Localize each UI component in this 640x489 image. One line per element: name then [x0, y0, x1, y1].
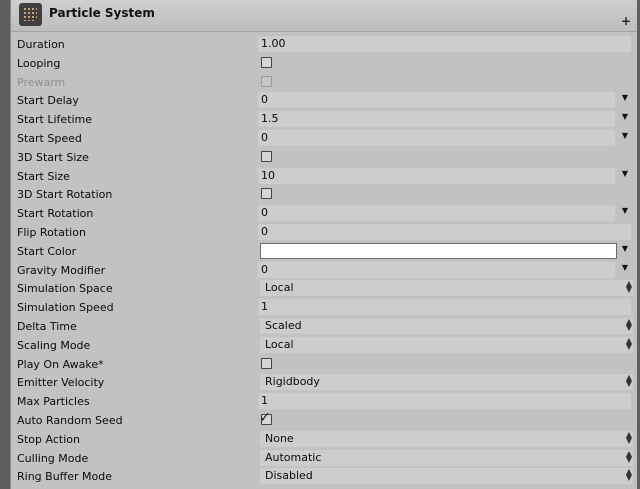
- property-row: Stop Action None ▲ ▼: [11, 430, 637, 449]
- enum-dropdown[interactable]: Automatic: [260, 449, 633, 466]
- property-label: Start Lifetime: [17, 113, 93, 127]
- curve-value-field[interactable]: 0: [258, 129, 615, 146]
- property-label: Start Rotation: [17, 207, 94, 221]
- property-label: Stop Action: [17, 432, 80, 446]
- property-label: Emitter Velocity: [17, 376, 105, 390]
- property-label: Simulation Space: [17, 282, 113, 296]
- property-row: Culling Mode Automatic ▲ ▼: [11, 449, 637, 468]
- property-row: Delta Time Scaled ▲ ▼: [11, 317, 637, 336]
- property-label: Duration: [17, 38, 65, 51]
- dropdown-value: Automatic: [265, 450, 322, 464]
- property-row: Gravity Modifier 0 ▼: [11, 261, 637, 280]
- property-list: Duration 1.00 Looping Prewarm Start Delay 0 ▼ S…: [11, 35, 637, 486]
- updown-arrows-icon: ▲ ▼: [625, 279, 632, 295]
- dropdown-value: Rigidbody: [265, 375, 320, 389]
- checkbox[interactable]: [261, 150, 272, 162]
- curve-value-field[interactable]: 0: [258, 92, 615, 109]
- property-label: Looping: [17, 56, 61, 70]
- checkbox[interactable]: [261, 56, 272, 68]
- dropdown-value: Local: [265, 281, 294, 295]
- property-label: Flip Rotation: [17, 225, 86, 239]
- property-label: Delta Time: [17, 319, 77, 333]
- dropdown-value: Disabled: [265, 469, 313, 483]
- property-row: Flip Rotation 0: [11, 223, 637, 242]
- property-row: Start Delay 0 ▼: [11, 91, 637, 110]
- number-field[interactable]: 1: [258, 299, 631, 316]
- dropdown-value: Local: [265, 337, 294, 351]
- number-field[interactable]: 0: [258, 223, 631, 240]
- curve-mode-dropdown-icon[interactable]: ▼: [622, 263, 628, 272]
- updown-arrows-icon: ▲ ▼: [625, 429, 632, 445]
- number-field[interactable]: 1: [258, 393, 631, 410]
- checkbox[interactable]: [261, 357, 272, 369]
- property-row: Start Rotation 0 ▼: [11, 204, 637, 223]
- property-row: Play On Awake*: [11, 355, 637, 374]
- updown-arrows-icon: ▲ ▼: [625, 373, 632, 389]
- enum-dropdown[interactable]: Scaled: [260, 317, 633, 334]
- curve-mode-dropdown-icon[interactable]: ▼: [622, 206, 628, 215]
- updown-arrows-icon: ▲ ▼: [625, 316, 632, 332]
- property-row: Max Particles 1: [11, 392, 637, 411]
- dropdown-value: Scaled: [265, 318, 302, 332]
- property-label: Scaling Mode: [17, 338, 91, 352]
- property-row: Start Speed 0 ▼: [11, 129, 637, 148]
- inspector-panel: Particle System + Duration 1.00 Looping Pre…: [10, 0, 637, 489]
- property-label: 3D Start Size: [17, 150, 89, 164]
- curve-value-field[interactable]: 0: [258, 205, 615, 222]
- checkmark-icon: ✓: [259, 409, 271, 426]
- color-swatch[interactable]: [260, 242, 617, 259]
- property-label: Culling Mode: [17, 451, 89, 465]
- property-row: Looping: [11, 54, 637, 73]
- curve-value-field[interactable]: 1.5: [258, 111, 615, 128]
- property-row: 3D Start Size: [11, 148, 637, 167]
- property-label: 3D Start Rotation: [17, 188, 113, 202]
- property-row: Scaling Mode Local ▲ ▼: [11, 336, 637, 355]
- checkbox: [261, 75, 272, 87]
- add-plus-icon[interactable]: +: [621, 14, 631, 28]
- property-row: Simulation Space Local ▲ ▼: [11, 279, 637, 298]
- property-row: 3D Start Rotation: [11, 185, 637, 204]
- curve-mode-dropdown-icon[interactable]: ▼: [622, 169, 628, 178]
- updown-arrows-icon: ▲ ▼: [625, 467, 632, 483]
- updown-arrows-icon: ▲ ▼: [625, 335, 632, 351]
- dropdown-value: None: [265, 431, 294, 445]
- property-row: Simulation Speed 1: [11, 298, 637, 317]
- property-row: Emitter Velocity Rigidbody ▲ ▼: [11, 373, 637, 392]
- property-row: Prewarm: [11, 73, 637, 92]
- property-row: Ring Buffer Mode Disabled ▲ ▼: [11, 467, 637, 486]
- curve-mode-dropdown-icon[interactable]: ▼: [622, 93, 628, 102]
- property-label: Max Particles: [17, 395, 90, 409]
- property-row: Auto Random Seed ✓: [11, 409, 637, 430]
- property-label: Prewarm: [17, 75, 66, 89]
- property-label: Ring Buffer Mode: [17, 470, 113, 484]
- curve-value-field[interactable]: 10: [258, 167, 615, 184]
- enum-dropdown[interactable]: None: [260, 430, 633, 447]
- property-label: Gravity Modifier: [17, 263, 106, 277]
- curve-mode-dropdown-icon[interactable]: ▼: [622, 112, 628, 121]
- checkbox[interactable]: [261, 188, 272, 200]
- property-label: Start Color: [17, 244, 77, 258]
- updown-arrows-icon: ▲ ▼: [625, 448, 632, 464]
- curve-value-field[interactable]: 0: [258, 261, 615, 278]
- enum-dropdown[interactable]: Local: [260, 336, 633, 353]
- property-label: Start Speed: [17, 131, 82, 145]
- enum-dropdown[interactable]: Local: [260, 280, 633, 297]
- property-label: Start Delay: [17, 94, 79, 108]
- enum-dropdown[interactable]: Rigidbody: [260, 374, 633, 391]
- property-row: Start Color ▼: [11, 242, 637, 261]
- curve-mode-dropdown-icon[interactable]: ▼: [622, 131, 628, 140]
- property-label: Start Size: [17, 169, 70, 183]
- property-row: Duration 1.00: [11, 35, 637, 54]
- component-header[interactable]: Particle System +: [11, 0, 637, 32]
- color-mode-dropdown-icon[interactable]: ▼: [622, 244, 628, 253]
- property-label: Simulation Speed: [17, 301, 114, 315]
- particle-system-icon: [19, 3, 42, 26]
- property-label: Auto Random Seed: [17, 413, 123, 427]
- number-field[interactable]: 1.00: [258, 36, 631, 52]
- property-row: Start Lifetime 1.5 ▼: [11, 110, 637, 129]
- enum-dropdown[interactable]: Disabled: [260, 468, 633, 485]
- component-title: Particle System: [49, 6, 155, 20]
- property-row: Start Size 10 ▼: [11, 167, 637, 186]
- property-label: Play On Awake*: [17, 357, 104, 371]
